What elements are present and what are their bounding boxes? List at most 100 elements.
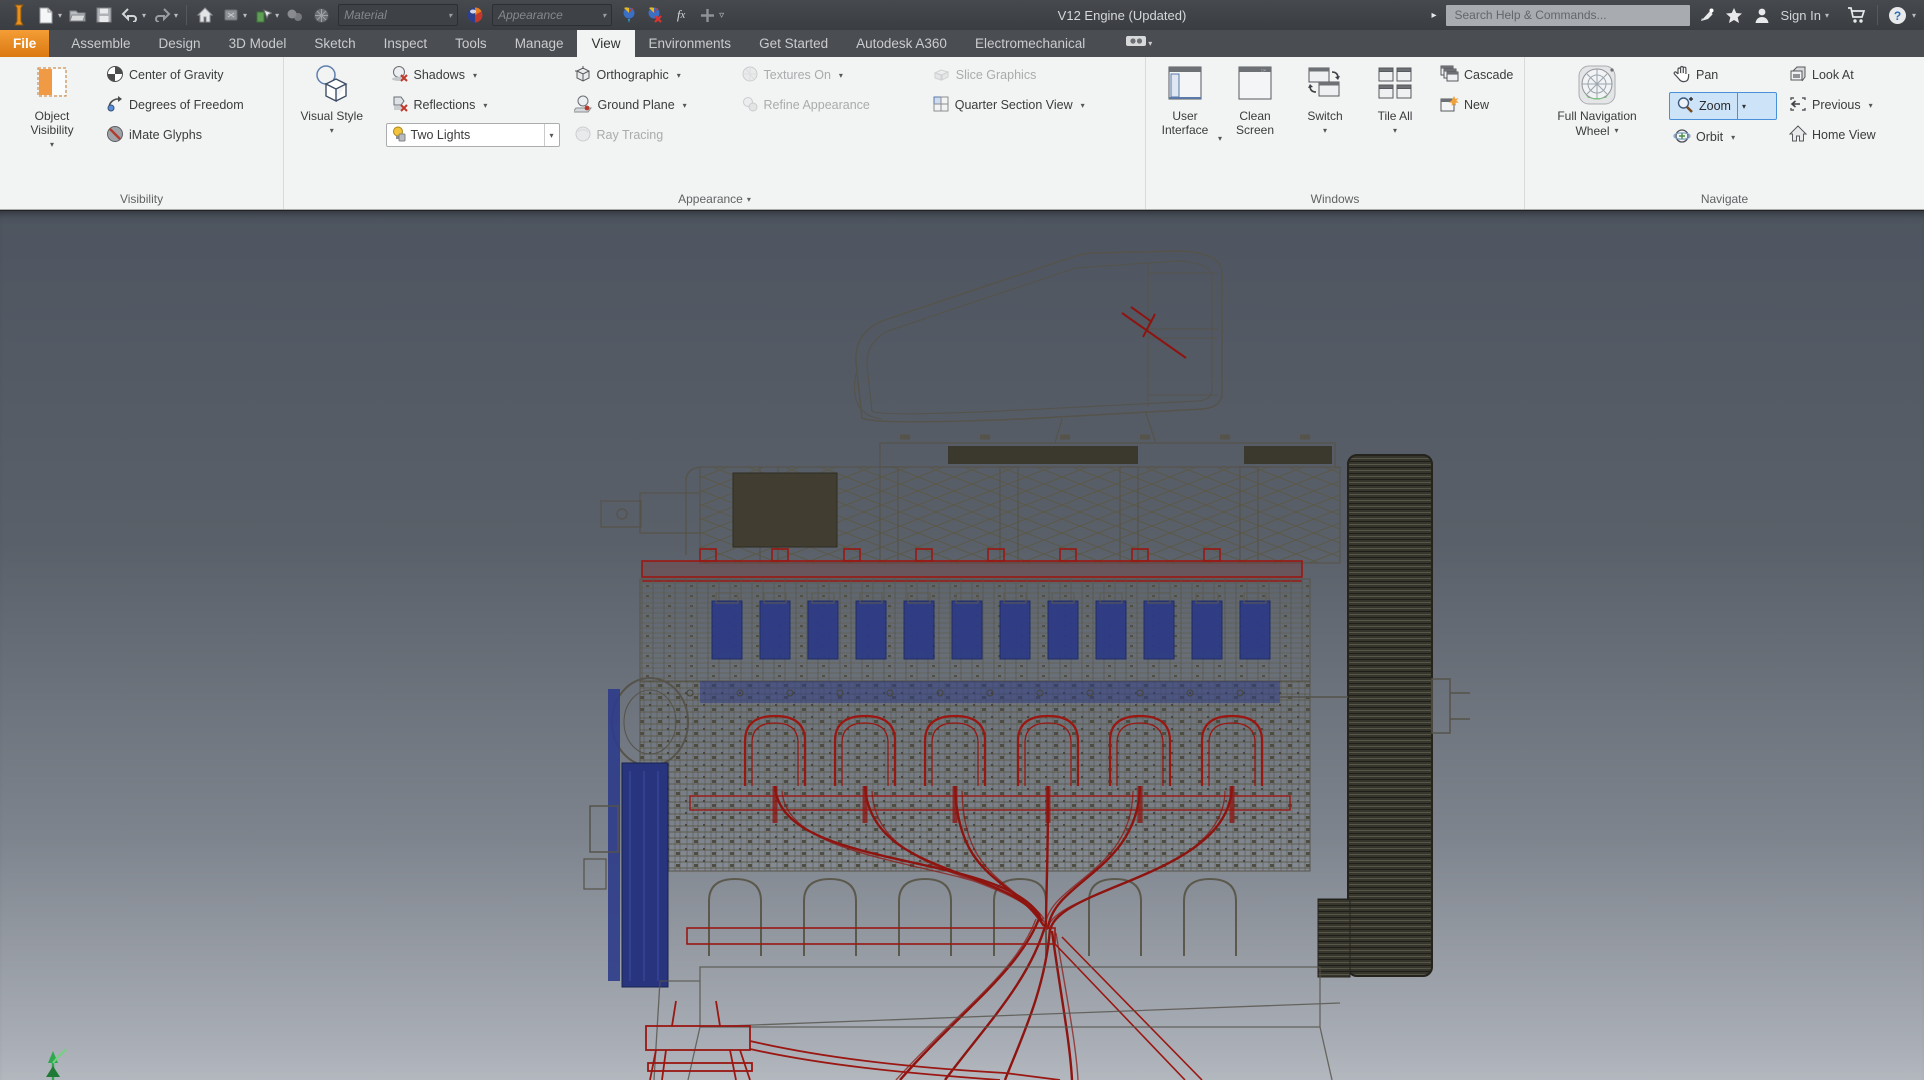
object-visibility-button[interactable]: Object Visibility ▾ bbox=[6, 60, 98, 189]
home-icon[interactable] bbox=[193, 3, 217, 27]
panel-label-windows[interactable]: Windows bbox=[1146, 189, 1524, 209]
help-dropdown-icon[interactable]: ▾ bbox=[1912, 11, 1916, 20]
search-input[interactable] bbox=[1446, 4, 1691, 26]
lighting-style-combobox[interactable]: Two Lights ▾ bbox=[385, 123, 560, 147]
ribbon-display-icon[interactable] bbox=[1125, 34, 1147, 53]
select-icon[interactable] bbox=[251, 3, 275, 27]
tab-environments[interactable]: Environments bbox=[635, 30, 746, 57]
open-icon[interactable] bbox=[66, 3, 90, 27]
material-combobox[interactable]: Material ▾ bbox=[338, 4, 459, 26]
panel-label-navigate[interactable]: Navigate bbox=[1525, 189, 1924, 209]
orthographic-icon bbox=[574, 65, 592, 86]
redo-dropdown-icon[interactable]: ▾ bbox=[174, 11, 178, 20]
update-dropdown-icon[interactable]: ▾ bbox=[243, 11, 247, 20]
slice-graphics-button[interactable]: Slice Graphics bbox=[928, 60, 1145, 90]
ribbon-display-dropdown-icon[interactable]: ▾ bbox=[1148, 39, 1152, 48]
communication-center-icon[interactable] bbox=[1694, 3, 1718, 27]
parameters-fx-icon[interactable]: fx bbox=[669, 3, 693, 27]
appearance-sphere-icon[interactable] bbox=[463, 3, 487, 27]
quarter-section-view-button[interactable]: Quarter Section View ▾ bbox=[928, 90, 1145, 120]
measure-plus-icon[interactable] bbox=[695, 3, 719, 27]
appearance-combobox[interactable]: Appearance ▾ bbox=[492, 4, 613, 26]
ray-tracing-button[interactable]: Ray Tracing bbox=[570, 120, 729, 150]
refine-appearance-button[interactable]: Refine Appearance bbox=[737, 90, 918, 120]
home-view-button[interactable]: Home View bbox=[1785, 120, 1903, 150]
tab-assemble[interactable]: Assemble bbox=[57, 30, 144, 57]
undo-icon[interactable] bbox=[118, 3, 142, 27]
visual-style-button[interactable]: Visual Style ▾ bbox=[290, 60, 374, 189]
cascade-icon bbox=[1440, 65, 1459, 85]
model-viewport[interactable] bbox=[0, 211, 1924, 1080]
tab-view[interactable]: View bbox=[577, 30, 635, 57]
sign-in-person-icon[interactable] bbox=[1750, 3, 1774, 27]
switch-windows-button[interactable]: Switch ▾ bbox=[1294, 60, 1356, 189]
new-window-button[interactable]: New bbox=[1436, 90, 1517, 120]
inventor-window: ▾ ▾ ▾ ▾ ▾ Material ▾ Appearance ▾ f x ▿ … bbox=[0, 0, 1924, 1080]
tab-electromechanical[interactable]: Electromechanical bbox=[961, 30, 1099, 57]
pan-button[interactable]: Pan bbox=[1669, 60, 1777, 90]
reflections-button[interactable]: Reflections ▾ bbox=[386, 90, 560, 120]
previous-view-button[interactable]: Previous ▾ bbox=[1785, 90, 1903, 120]
zoom-button[interactable]: Zoom ▾ bbox=[1669, 92, 1777, 120]
clear-appearance-override-icon[interactable] bbox=[643, 3, 667, 27]
sign-in-dropdown-icon[interactable]: ▾ bbox=[1825, 11, 1829, 20]
help-icon[interactable]: ? bbox=[1886, 3, 1910, 27]
tab-inspect[interactable]: Inspect bbox=[370, 30, 442, 57]
update-icon[interactable] bbox=[219, 3, 243, 27]
tile-all-button[interactable]: Tile All ▾ bbox=[1364, 60, 1426, 189]
new-file-icon[interactable] bbox=[34, 3, 58, 27]
tab-autodesk-a360[interactable]: Autodesk A360 bbox=[842, 30, 961, 57]
look-at-button[interactable]: Look At bbox=[1785, 60, 1903, 90]
textures-dropdown-icon: ▾ bbox=[838, 70, 843, 80]
user-interface-button[interactable]: User Interface bbox=[1152, 60, 1218, 189]
ground-plane-dropdown-icon: ▾ bbox=[682, 100, 687, 110]
inventor-logo-icon[interactable] bbox=[6, 2, 32, 28]
full-navigation-wheel-button[interactable]: Full Navigation Wheel ▾ bbox=[1539, 60, 1655, 189]
panel-appearance: Visual Style ▾ Shadows ▾ Reflections ▾ T… bbox=[284, 57, 1146, 209]
imate-glyphs-button[interactable]: iMate Glyphs bbox=[102, 120, 248, 150]
tab-sketch[interactable]: Sketch bbox=[300, 30, 369, 57]
tab-get-started[interactable]: Get Started bbox=[745, 30, 842, 57]
app-store-cart-icon[interactable] bbox=[1845, 3, 1869, 27]
qat-customize-icon[interactable]: ▿ bbox=[719, 10, 724, 21]
save-icon[interactable] bbox=[92, 3, 116, 27]
orthographic-button[interactable]: Orthographic ▾ bbox=[570, 60, 729, 90]
sign-in-label[interactable]: Sign In bbox=[1780, 8, 1820, 23]
center-of-gravity-icon bbox=[106, 65, 124, 86]
user-interface-dropdown-icon[interactable]: ▾ bbox=[1218, 134, 1222, 143]
project-wheel-icon[interactable] bbox=[309, 3, 333, 27]
panel-label-visibility[interactable]: Visibility bbox=[0, 189, 283, 209]
tab-file[interactable]: File bbox=[0, 30, 50, 57]
ground-plane-button[interactable]: Ground Plane ▾ bbox=[570, 90, 729, 120]
title-expand-arrow-icon[interactable]: ▸ bbox=[1431, 10, 1436, 21]
textures-on-button[interactable]: Textures On ▾ bbox=[737, 60, 918, 90]
adjust-appearance-icon[interactable] bbox=[617, 3, 641, 27]
redo-icon[interactable] bbox=[150, 3, 174, 27]
tab-design[interactable]: Design bbox=[145, 30, 215, 57]
clean-screen-button[interactable]: □× Clean Screen bbox=[1224, 60, 1286, 189]
cascade-button[interactable]: Cascade bbox=[1436, 60, 1517, 90]
degrees-of-freedom-button[interactable]: Degrees of Freedom bbox=[102, 90, 248, 120]
undo-dropdown-icon[interactable]: ▾ bbox=[142, 11, 146, 20]
iproperties-icon[interactable] bbox=[283, 3, 307, 27]
slice-graphics-icon bbox=[932, 65, 951, 86]
tab-3d-model[interactable]: 3D Model bbox=[215, 30, 301, 57]
orbit-button[interactable]: Orbit ▾ bbox=[1669, 122, 1777, 152]
tab-tools[interactable]: Tools bbox=[441, 30, 501, 57]
full-navigation-wheel-icon bbox=[1574, 64, 1620, 105]
new-file-dropdown-icon[interactable]: ▾ bbox=[58, 11, 62, 20]
center-of-gravity-button[interactable]: Center of Gravity bbox=[102, 60, 248, 90]
origin-triad-icon bbox=[46, 1048, 67, 1080]
new-window-icon bbox=[1440, 95, 1459, 116]
favorites-star-icon[interactable] bbox=[1722, 3, 1746, 27]
select-dropdown-icon[interactable]: ▾ bbox=[275, 11, 279, 20]
shadows-dropdown-icon: ▾ bbox=[472, 70, 477, 80]
pan-icon bbox=[1673, 65, 1691, 86]
shadows-button[interactable]: Shadows ▾ bbox=[386, 60, 560, 90]
panel-label-appearance[interactable]: Appearance ▾ bbox=[284, 189, 1145, 209]
engine-model[interactable] bbox=[0, 211, 1924, 1080]
tab-manage[interactable]: Manage bbox=[501, 30, 578, 57]
full-nav-dropdown-icon: ▾ bbox=[1614, 126, 1619, 135]
two-lights-icon bbox=[391, 126, 406, 145]
zoom-dropdown-icon[interactable]: ▾ bbox=[1736, 93, 1750, 119]
